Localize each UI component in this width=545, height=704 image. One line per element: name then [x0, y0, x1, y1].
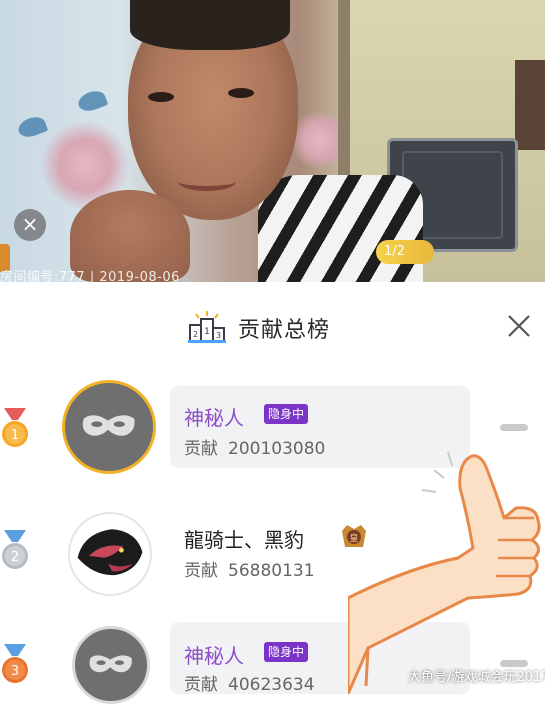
- user-name[interactable]: 神秘人: [184, 640, 244, 669]
- wallpaper-butterfly: [15, 113, 49, 141]
- watermark-text: 大鱼号/游戏城会玩2017: [408, 670, 545, 685]
- rank-change-indicator: [500, 424, 528, 431]
- podium-trophy-icon: 1 2 3: [188, 311, 226, 343]
- contribution-value: 贡献 200103080: [184, 434, 325, 459]
- podium-digit-3: 3: [216, 331, 221, 340]
- close-x-icon[interactable]: [505, 312, 533, 340]
- contribution-value: 贡献 40623634: [184, 670, 315, 695]
- vip-level-text: 1/2: [384, 244, 405, 259]
- avatar[interactable]: [62, 380, 156, 474]
- rank-number: 2: [11, 550, 19, 565]
- contribution-label: 贡献: [184, 675, 218, 695]
- vip-level-badge: 1/2: [376, 240, 434, 264]
- mask-icon: [82, 415, 135, 436]
- contribution-number: 56880131: [228, 561, 315, 581]
- hidden-badge: 隐身中: [264, 404, 309, 424]
- rank-number: 1: [11, 428, 19, 443]
- wall-frame: [515, 60, 545, 150]
- user-name[interactable]: 神秘人: [184, 402, 244, 431]
- rank-number: 3: [11, 664, 19, 679]
- panther-icon: [77, 529, 143, 576]
- wallpaper-butterfly: [75, 87, 109, 115]
- streamer-shirt: [258, 175, 423, 282]
- avatar[interactable]: [72, 626, 150, 704]
- thumbs-up-icon: [348, 451, 541, 694]
- panel-title: 贡献总榜: [238, 318, 331, 343]
- rank-medal-icon: 2: [2, 530, 28, 569]
- close-icon[interactable]: ×: [14, 209, 46, 241]
- panel-header: 1 2 3 贡献总榜: [0, 282, 545, 378]
- live-video-feed: × 房间编号:777 | 2019-08-06: [0, 0, 545, 282]
- contribution-label: 贡献: [184, 561, 218, 581]
- streamer-hair: [130, 0, 290, 50]
- streamer-mouth: [178, 172, 236, 191]
- podium-digit-2: 2: [193, 330, 198, 339]
- contribution-label: 贡献: [184, 439, 218, 459]
- rank-medal-icon: 3: [2, 644, 28, 683]
- contribution-number: 200103080: [228, 439, 326, 459]
- contribution-number: 40623634: [228, 675, 315, 695]
- room-number-label: 房间编号:777 | 2019-08-06: [0, 270, 180, 282]
- avatar[interactable]: [68, 512, 152, 596]
- hidden-badge: 隐身中: [264, 642, 309, 662]
- podium-digit-1: 1: [204, 327, 210, 337]
- rank-medal-icon: 1: [2, 408, 28, 447]
- streamer-eye: [228, 88, 254, 98]
- streamer-eye: [148, 92, 174, 102]
- user-name[interactable]: 龍骑士、黑豹: [184, 524, 304, 553]
- mask-icon: [89, 655, 132, 673]
- contribution-value: 贡献 56880131: [184, 556, 315, 581]
